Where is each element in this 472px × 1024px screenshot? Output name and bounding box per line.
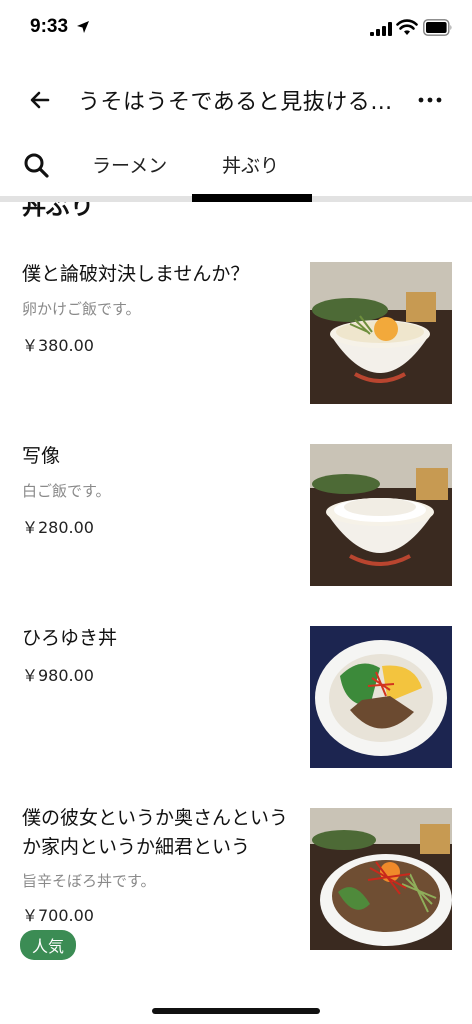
nav-bar: うそはうそであると見抜ける… [0,68,472,130]
menu-item[interactable]: 僕の彼女というか奥さんというか家内というか細君という 旨辛そぼろ丼です。 ￥70… [0,802,472,992]
item-name: 写像 [22,445,61,467]
menu-list[interactable]: 丼ぶり 僕と論破対決しませんか？ 卵かけご飯です。 ￥380.00 写像 白ご飯… [0,202,472,992]
status-bar: 9:33 [0,0,472,58]
item-price: ￥380.00 [22,336,94,355]
item-price: ￥700.00 [22,906,94,925]
menu-item[interactable]: 僕と論破対決しませんか？ 卵かけご飯です。 ￥380.00 [0,258,472,408]
item-description: 旨辛そぼろ丼です。 [22,872,156,890]
popular-badge: 人気 [20,930,77,960]
location-arrow-icon [77,21,89,33]
item-photo [310,444,452,586]
category-tab-bar: ラーメン 丼ぶり [0,140,472,202]
page-title: うそはうそであると見抜ける… [78,90,393,115]
item-description: 白ご飯です。 [22,482,111,500]
item-photo [310,808,452,950]
status-time: 9:33 [30,16,69,37]
menu-item[interactable]: 写像 白ご飯です。 ￥280.00 [0,440,472,590]
item-price: ￥980.00 [22,666,94,685]
item-description: 卵かけご飯です。 [22,300,141,318]
tab-ramen[interactable]: ラーメン [92,151,167,178]
active-tab-indicator [192,194,312,202]
battery-icon [423,19,452,36]
wifi-icon [396,19,418,35]
search-icon[interactable] [22,151,50,179]
item-name: 僕の彼女というか奥さんというか家内というか細君という [22,807,289,858]
section-header: 丼ぶり [22,202,94,220]
home-indicator[interactable] [152,1008,320,1014]
item-name: ひろゆき丼 [22,627,118,649]
menu-item[interactable]: ひろゆき丼 ￥980.00 [0,622,472,772]
back-arrow-icon[interactable] [26,86,54,114]
item-photo [310,262,452,404]
cellular-signal-icon [370,22,392,36]
more-icon[interactable] [416,88,444,112]
item-name: 僕と論破対決しませんか？ [22,263,250,285]
tab-donburi[interactable]: 丼ぶり [222,151,279,178]
item-photo [310,626,452,768]
item-price: ￥280.00 [22,518,94,537]
